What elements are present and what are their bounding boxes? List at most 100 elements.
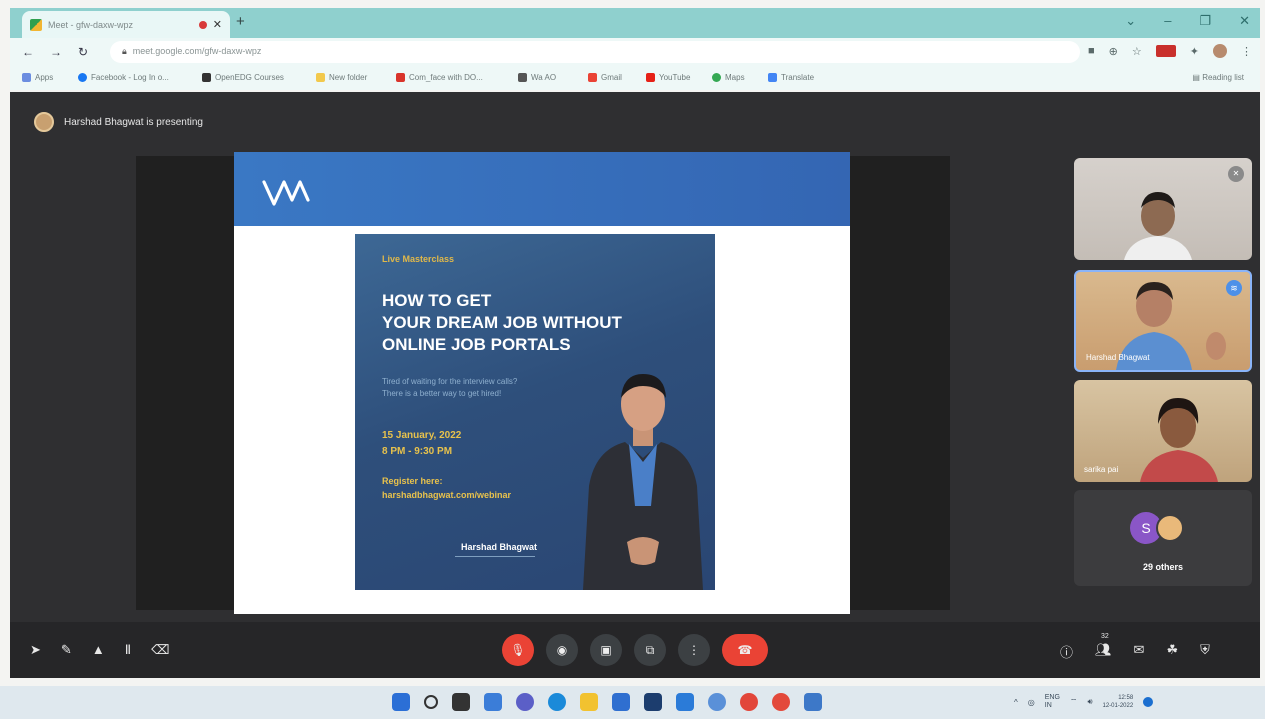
profile-avatar[interactable]	[1212, 44, 1227, 58]
forward-button[interactable]: →	[50, 45, 62, 59]
address-bar[interactable]: 🔒︎ meet.google.com/gfw-daxw-wpz	[110, 41, 1080, 63]
poster-date: 15 January, 2022 8 PM - 9:30 PM	[382, 430, 462, 457]
people-icon[interactable]: 👥︎ 32	[1095, 633, 1112, 661]
clock[interactable]: 12:58 12-01-2022	[1103, 694, 1134, 710]
bookmark-translate[interactable]: Translate	[768, 73, 814, 82]
puzzle-icon[interactable]: ✦	[1190, 45, 1199, 58]
chat-icon[interactable]: ✉︎	[1134, 642, 1145, 661]
poster-presenter-name: Harshad Bhagwat	[461, 542, 538, 552]
reload-button[interactable]: ↻	[78, 45, 88, 59]
system-tray: ^ ◎ ENG IN ⌔ 🔊︎ 12:58 12-01-2022	[1014, 694, 1154, 710]
zoom-icon[interactable]: ⊕	[1109, 45, 1118, 58]
close-window-button[interactable]: ✕	[1239, 13, 1250, 29]
minimize-button[interactable]: –	[1164, 13, 1171, 29]
mic-off-icon: 🎙︎	[510, 643, 526, 657]
others-avatars: S	[1130, 512, 1184, 544]
hangup-button[interactable]: ☎︎	[722, 634, 768, 666]
headline-line: ONLINE JOB PORTALS	[382, 335, 571, 354]
maximize-button[interactable]: ❐	[1199, 13, 1211, 29]
info-icon[interactable]: ⓘ	[1060, 642, 1073, 661]
youtube-icon	[646, 73, 655, 82]
participant-tile-speaking[interactable]: ≋ Harshad Bhagwat	[1074, 270, 1252, 372]
maps-icon	[712, 73, 721, 82]
poster-headline: HOW TO GET YOUR DREAM JOB WITHOUT ONLINE…	[382, 290, 702, 356]
extension-icon[interactable]	[1155, 45, 1176, 57]
headline-line: HOW TO GET	[382, 291, 492, 310]
browser-tab-meet[interactable]: Meet - gfw-daxw-wpz ✕	[22, 11, 230, 38]
widgets-icon[interactable]	[484, 693, 502, 711]
host-controls-icon[interactable]: ⛨	[1200, 642, 1210, 661]
others-count: 29 others	[1142, 562, 1184, 572]
mic-off-button[interactable]: 🎙︎	[502, 634, 534, 666]
bookmark-com-face[interactable]: Com_face with DO...	[396, 73, 483, 82]
network-icon[interactable]: ◎	[1028, 698, 1035, 707]
close-tab-icon[interactable]: ✕	[213, 18, 222, 31]
participant-video	[1124, 192, 1192, 260]
window-controls: ⌄ – ❐ ✕	[1125, 13, 1250, 29]
bookmark-facebook[interactable]: Facebook - Log In o...	[78, 73, 169, 82]
activities-icon[interactable]: ☘︎	[1166, 642, 1178, 661]
back-button[interactable]: ←	[22, 45, 34, 59]
bookmark-openedg[interactable]: OpenEDG Courses	[202, 73, 284, 82]
dropbox-icon[interactable]	[644, 693, 662, 711]
start-icon[interactable]	[392, 693, 410, 711]
camera-app-icon[interactable]	[676, 693, 694, 711]
tray-chevron-icon[interactable]: ^	[1014, 698, 1018, 707]
pen-icon[interactable]: ✎	[61, 642, 72, 658]
notification-icon[interactable]	[1143, 697, 1154, 707]
participant-tile[interactable]: sarika pai	[1074, 380, 1252, 482]
poster-tag: Live Masterclass	[382, 254, 455, 264]
star-icon[interactable]: ☆	[1132, 45, 1142, 58]
captions-button[interactable]: ▣	[590, 634, 622, 666]
more-options-button[interactable]: ⋮	[678, 634, 710, 666]
present-button[interactable]: ⧉	[634, 634, 666, 666]
people-count: 32	[1101, 633, 1109, 640]
openedg-icon	[202, 73, 211, 82]
search-icon[interactable]	[424, 695, 438, 709]
participant-tile[interactable]: ✕	[1074, 158, 1252, 260]
participant-name: sarika pai	[1084, 465, 1119, 474]
bookmark-maps[interactable]: Maps	[712, 73, 745, 82]
bookmark-new-folder[interactable]: New folder	[316, 73, 367, 82]
reading-list-button[interactable]: ▤ Reading list	[1192, 73, 1244, 82]
lang-indicator[interactable]: ENG IN	[1045, 694, 1060, 710]
bookmark-wa[interactable]: Wa AO	[518, 73, 556, 82]
pointer-icon[interactable]: ➤	[30, 642, 41, 658]
wifi-icon[interactable]: ⌔	[1070, 697, 1078, 707]
url-text: meet.google.com/gfw-daxw-wpz	[132, 46, 262, 56]
captions-icon: ▣	[600, 643, 612, 657]
settings-icon[interactable]	[708, 693, 726, 711]
present-icon: ⧉	[645, 642, 655, 657]
volume-icon[interactable]: 🔊︎	[1087, 697, 1092, 707]
others-tile[interactable]: S 29 others	[1074, 490, 1252, 586]
chrome-profile-icon[interactable]	[772, 693, 790, 711]
presenting-text: Harshad Bhagwat is presenting	[64, 116, 203, 128]
camera-status-icon[interactable]: ■	[1088, 45, 1095, 57]
chat-app-icon[interactable]	[516, 693, 534, 711]
more-icon: ⋮	[688, 643, 700, 657]
apps-grid-icon	[22, 73, 31, 82]
bookmark-youtube[interactable]: YouTube	[646, 73, 690, 82]
chevron-down-icon[interactable]: ⌄	[1125, 13, 1136, 29]
task-view-icon[interactable]	[452, 693, 470, 711]
meet-favicon-icon	[30, 18, 42, 31]
menu-dots-icon[interactable]: ⋮	[1241, 45, 1252, 58]
text-icon[interactable]: Ⅱ	[125, 642, 131, 658]
bookmark-apps[interactable]: Apps	[22, 73, 53, 82]
file-explorer-icon[interactable]	[580, 693, 598, 711]
bookmark-gmail[interactable]: Gmail	[588, 73, 622, 82]
app-icon[interactable]	[804, 693, 822, 711]
hangup-icon: ☎︎	[737, 643, 753, 657]
new-tab-button[interactable]: +	[236, 13, 245, 30]
edge-icon[interactable]	[548, 693, 566, 711]
camera-button[interactable]: ◉	[546, 634, 578, 666]
poster-register: Register here: harshadbhagwat.com/webina…	[382, 476, 512, 500]
highlighter-icon[interactable]: ▲	[92, 642, 105, 658]
eraser-icon[interactable]: ⌫	[151, 642, 169, 658]
store-icon[interactable]	[612, 693, 630, 711]
presentation-slide: Live Masterclass HOW TO GET YOUR DREAM J…	[234, 152, 850, 614]
chrome-icon[interactable]	[740, 693, 758, 711]
meet-control-bar: ➤ ✎ ▲ Ⅱ ⌫ 🎙︎ ◉ ▣ ⧉ ⋮ ☎︎ ⓘ 👥︎ 32 ✉︎ ☘︎ ⛨	[10, 622, 1260, 678]
taskbar-apps	[392, 693, 822, 711]
browser-tab-bar: Meet - gfw-daxw-wpz ✕ + ⌄ – ❐ ✕	[10, 8, 1260, 38]
